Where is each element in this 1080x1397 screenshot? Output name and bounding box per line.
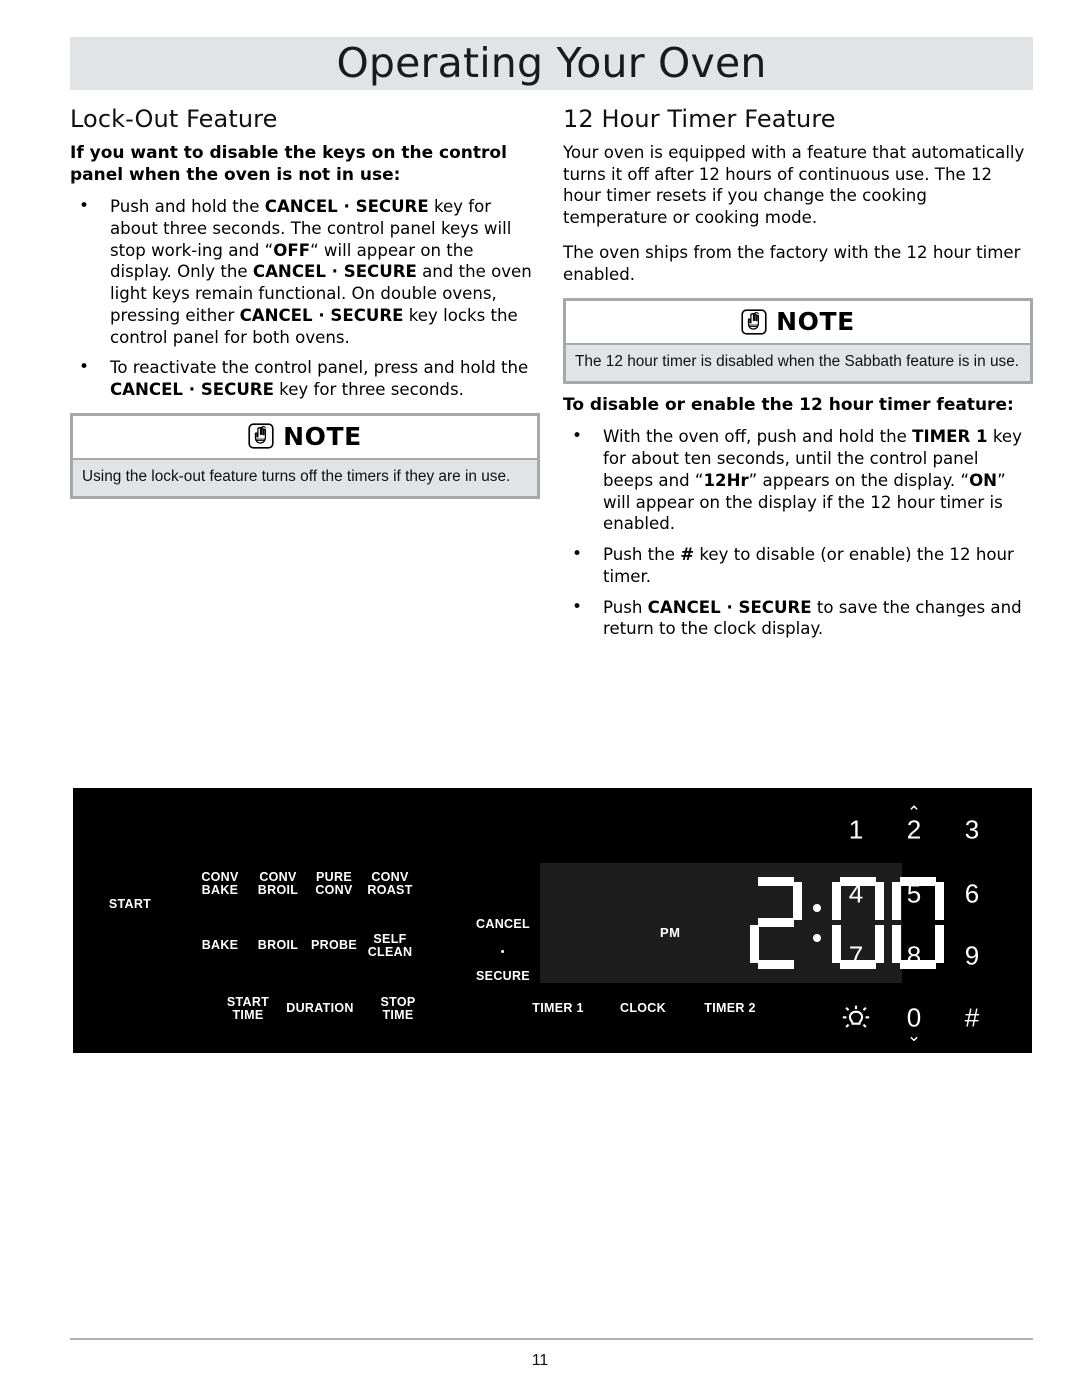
note-header: NOTE [73, 415, 537, 460]
page-header-band: Operating Your Oven [70, 37, 1033, 90]
panel-key-duration[interactable]: DURATION [286, 1002, 353, 1015]
panel-key-self-clean[interactable]: SELF CLEAN [368, 933, 413, 959]
note-body-text: Using the lock-out feature turns off the… [73, 459, 537, 496]
left-column: Lock-Out Feature If you want to disable … [70, 105, 540, 509]
chevron-down-icon[interactable]: ⌄ [907, 1027, 921, 1044]
keypad-key-8[interactable]: 8 [907, 941, 921, 972]
segment-digit-hour [750, 877, 802, 969]
segment-colon [810, 877, 826, 969]
right-section-title: 12 Hour Timer Feature [563, 105, 836, 133]
segment-digit-blank [690, 877, 742, 969]
panel-key-start-time[interactable]: START TIME [227, 996, 269, 1022]
list-item: Push CANCEL · SECURE to save the changes… [563, 596, 1033, 640]
separator-dot-icon [501, 950, 505, 953]
page-number: 11 [531, 1352, 549, 1369]
keypad-key-5[interactable]: 5 [907, 879, 921, 910]
panel-key-broil[interactable]: BROIL [258, 939, 298, 952]
page-title: Operating Your Oven [336, 38, 767, 87]
note-label: NOTE [776, 307, 855, 337]
meridiem-indicator: PM [660, 925, 681, 940]
panel-key-bake[interactable]: BAKE [202, 939, 239, 952]
left-bullet-list: Push and hold the CANCEL · SECURE key fo… [70, 195, 540, 401]
right-bullet-list: With the oven off, push and hold the TIM… [563, 425, 1033, 640]
right-paragraph-1: Your oven is equipped with a feature tha… [563, 143, 1025, 228]
panel-key-probe[interactable]: PROBE [311, 939, 357, 952]
panel-key-start[interactable]: START [109, 898, 151, 911]
keypad-key-1[interactable]: 1 [849, 815, 863, 846]
list-item: Push and hold the CANCEL · SECURE key fo… [70, 195, 540, 348]
keypad-key-hash[interactable]: # [965, 1003, 979, 1034]
panel-key-conv-bake[interactable]: CONV BAKE [201, 871, 238, 897]
footer-divider [70, 1338, 1033, 1340]
keypad-key-4[interactable]: 4 [849, 879, 863, 910]
keypad-key-9[interactable]: 9 [965, 941, 979, 972]
list-item: To reactivate the control panel, press a… [70, 356, 540, 400]
note-box-12hour: NOTE The 12 hour timer is disabled when … [563, 298, 1033, 385]
left-section-title: Lock-Out Feature [70, 105, 278, 133]
cancel-label: CANCEL [476, 917, 530, 931]
panel-key-pure-conv[interactable]: PURE CONV [315, 871, 352, 897]
cancel-secure-key[interactable]: CANCEL SECURE [476, 905, 530, 983]
panel-key-stop-time[interactable]: STOP TIME [380, 996, 415, 1022]
hand-with-string-icon [741, 309, 767, 335]
note-header: NOTE [566, 301, 1030, 346]
keypad-key-6[interactable]: 6 [965, 879, 979, 910]
left-intro-bold: If you want to disable the keys on the c… [70, 143, 507, 186]
note-label: NOTE [283, 421, 362, 451]
oven-display-screen: PM [540, 863, 944, 983]
keypad-key-3[interactable]: 3 [965, 815, 979, 846]
panel-key-timer-2[interactable]: TIMER 2 [704, 1002, 755, 1015]
list-item: Push the # key to disable (or enable) th… [563, 543, 1033, 587]
right-paragraph-2: The oven ships from the factory with the… [563, 242, 1021, 284]
chevron-up-icon[interactable]: ⌃ [907, 804, 921, 821]
right-subhead-bold: To disable or enable the 12 hour timer f… [563, 395, 1014, 416]
right-column: 12 Hour Timer Feature Your oven is equip… [563, 105, 1033, 652]
panel-key-conv-broil[interactable]: CONV BROIL [258, 871, 298, 897]
panel-key-conv-roast[interactable]: CONV ROAST [367, 871, 412, 897]
panel-key-clock[interactable]: CLOCK [620, 1002, 666, 1015]
panel-key-timer-1[interactable]: TIMER 1 [532, 1002, 583, 1015]
secure-label: SECURE [476, 969, 530, 983]
light-bulb-icon[interactable] [839, 1001, 873, 1035]
oven-control-panel-illustration: START CONV BAKE CONV BROIL PURE CONV CONV RO… [73, 788, 1032, 1053]
keypad-key-7[interactable]: 7 [849, 941, 863, 972]
note-box-lockout: NOTE Using the lock-out feature turns of… [70, 412, 540, 499]
list-item: With the oven off, push and hold the TIM… [563, 425, 1033, 535]
hand-with-string-icon [248, 423, 274, 449]
note-body-text: The 12 hour timer is disabled when the S… [566, 345, 1030, 382]
